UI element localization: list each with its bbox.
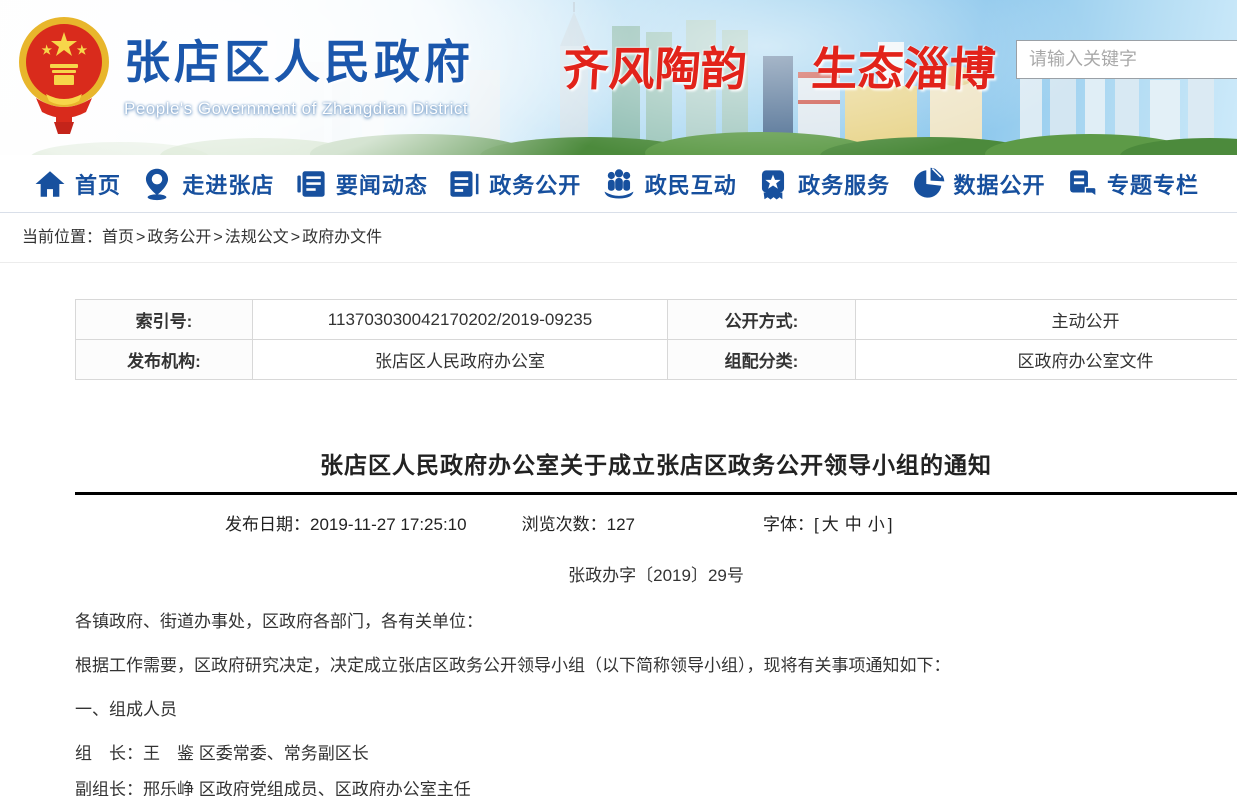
category-label: 组配分类: — [668, 340, 856, 380]
publish-date: 发布日期：2019-11-27 17:25:10 — [225, 510, 467, 535]
title-divider — [75, 492, 1237, 495]
nav-item-about[interactable]: 走进张店 — [140, 167, 274, 201]
pie-chart-icon — [910, 166, 946, 202]
breadcrumb-separator: > — [136, 229, 145, 246]
nav-item-gov-info[interactable]: 政务公开 — [447, 167, 581, 201]
main-content: 索引号: 113703030042170202/2019-09235 公开方式:… — [0, 299, 1237, 796]
site-subtitle: People's Government of Zhangdian Distric… — [124, 99, 474, 119]
location-icon — [140, 167, 174, 201]
search-box — [1016, 40, 1237, 79]
breadcrumb-separator: > — [213, 229, 222, 246]
main-navigation: 首页 走进张店 要闻动态 — [0, 155, 1237, 213]
home-icon — [33, 167, 67, 201]
breadcrumb-separator: > — [291, 229, 300, 246]
table-row: 索引号: 113703030042170202/2019-09235 公开方式:… — [76, 300, 1237, 340]
document-icon — [447, 167, 481, 201]
nav-label: 走进张店 — [182, 168, 274, 200]
slogan-part-1: 齐风陶韵 — [561, 43, 748, 95]
index-number-label: 索引号: — [76, 300, 253, 340]
nav-label: 政务服务 — [798, 168, 890, 200]
paragraph: 副组长：邢乐峥 区政府党组成员、区政府办公室主任 — [75, 777, 1237, 796]
nav-label: 政民互动 — [645, 168, 737, 200]
font-size-widget: 字体：[大中小] — [763, 510, 892, 535]
page: 张店区人民政府 People's Government of Zhangdian… — [0, 0, 1237, 796]
national-emblem-logo — [16, 6, 112, 138]
nav-item-services[interactable]: 政务服务 — [756, 167, 890, 201]
paragraph: 一、组成人员 — [75, 697, 1237, 723]
breadcrumb-prefix: 当前位置： — [22, 229, 102, 246]
nav-label: 专题专栏 — [1107, 168, 1199, 200]
paragraph: 根据工作需要，区政府研究决定，决定成立张店区政务公开领导小组（以下简称领导小组）… — [75, 653, 1237, 679]
people-icon — [601, 167, 637, 201]
breadcrumb-item-office-docs[interactable]: 政府办文件 — [302, 229, 382, 246]
table-row: 发布机构: 张店区人民政府办公室 组配分类: 区政府办公室文件 — [76, 340, 1237, 380]
nav-item-home[interactable]: 首页 — [33, 167, 121, 201]
city-slogan: 齐风陶韵 生态淄博 — [561, 33, 997, 99]
article-title: 张店区人民政府办公室关于成立张店区政务公开领导小组的通知 — [75, 446, 1237, 480]
nav-item-special-columns[interactable]: 专题专栏 — [1065, 167, 1199, 201]
header-banner: 张店区人民政府 People's Government of Zhangdian… — [0, 0, 1237, 155]
slogan-part-2: 生态淄博 — [810, 43, 997, 95]
font-size-large-button[interactable]: 大 — [822, 515, 839, 534]
font-size-suffix: ] — [888, 515, 893, 534]
nav-label: 政务公开 — [489, 168, 581, 200]
document-number: 张政办字〔2019〕29号 — [75, 563, 1237, 589]
badge-star-icon — [756, 167, 790, 201]
view-count: 浏览次数：127 — [522, 510, 635, 535]
breadcrumb: 当前位置：首页>政务公开>法规公文>政府办文件 — [0, 213, 1237, 263]
news-icon — [294, 167, 328, 201]
document-info-table: 索引号: 113703030042170202/2019-09235 公开方式:… — [75, 299, 1237, 380]
columns-icon — [1065, 167, 1099, 201]
font-size-prefix: 字体：[ — [763, 515, 819, 534]
document-body: 张政办字〔2019〕29号 各镇政府、街道办事处，区政府各部门，各有关单位： 根… — [75, 563, 1237, 796]
breadcrumb-item-gov-info[interactable]: 政务公开 — [147, 229, 211, 246]
nav-item-interaction[interactable]: 政民互动 — [601, 167, 737, 201]
open-method-value: 主动公开 — [856, 300, 1237, 340]
search-input[interactable] — [1017, 41, 1237, 78]
nav-label: 要闻动态 — [336, 168, 428, 200]
category-value: 区政府办公室文件 — [856, 340, 1237, 380]
site-title: 张店区人民政府 — [124, 26, 474, 92]
font-size-small-button[interactable]: 小 — [868, 515, 885, 534]
issuing-agency-value: 张店区人民政府办公室 — [253, 340, 668, 380]
nav-label: 首页 — [75, 168, 121, 200]
open-method-label: 公开方式: — [668, 300, 856, 340]
site-identity: 张店区人民政府 People's Government of Zhangdian… — [124, 26, 474, 119]
breadcrumb-item-regulations[interactable]: 法规公文 — [225, 229, 289, 246]
issuing-agency-label: 发布机构: — [76, 340, 253, 380]
paragraph: 各镇政府、街道办事处，区政府各部门，各有关单位： — [75, 609, 1237, 635]
nav-item-open-data[interactable]: 数据公开 — [910, 166, 1046, 202]
font-size-medium-button[interactable]: 中 — [845, 515, 862, 534]
nav-label: 数据公开 — [954, 168, 1046, 200]
paragraph: 组 长：王 鉴 区委常委、常务副区长 — [75, 741, 1237, 767]
index-number-value: 113703030042170202/2019-09235 — [253, 300, 668, 340]
nav-item-news[interactable]: 要闻动态 — [294, 167, 428, 201]
breadcrumb-item-home[interactable]: 首页 — [102, 229, 134, 246]
article-meta: 发布日期：2019-11-27 17:25:10 浏览次数：127 字体：[大中… — [75, 510, 1237, 535]
